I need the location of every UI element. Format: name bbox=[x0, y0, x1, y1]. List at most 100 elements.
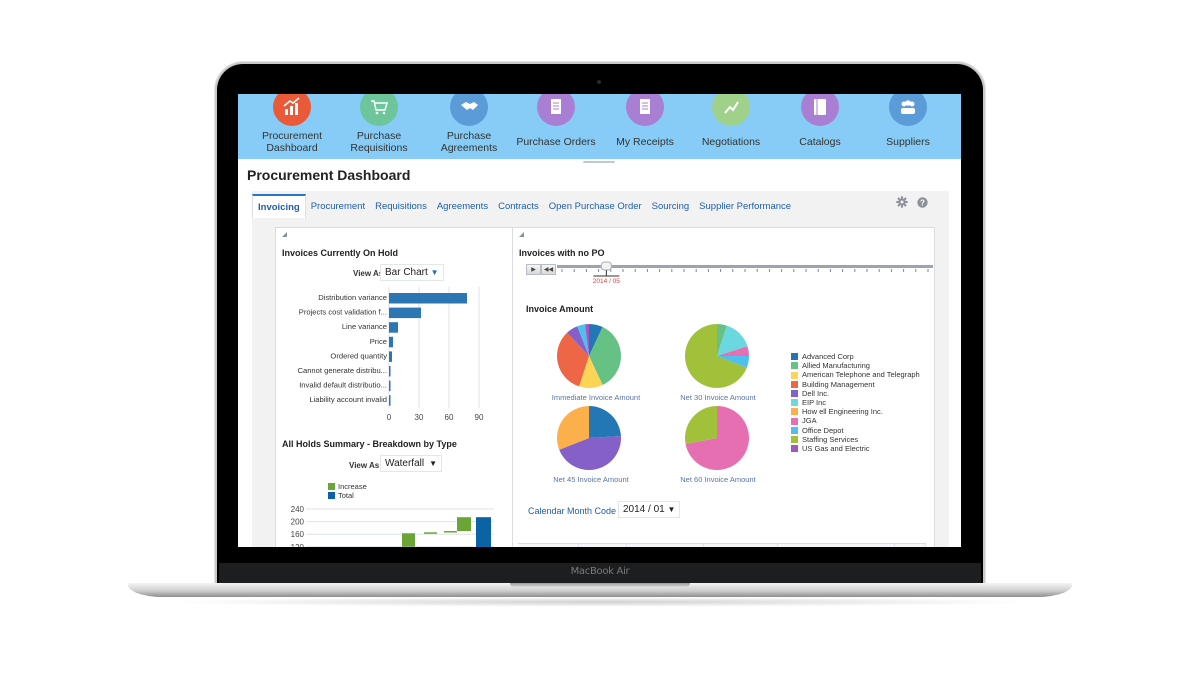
negotiation-icon bbox=[712, 94, 750, 126]
nav-item-purchase-agreements[interactable]: Purchase Agreements bbox=[424, 94, 514, 154]
nav-item-label: Purchase Agreements bbox=[440, 130, 498, 154]
tab-agreements[interactable]: Agreements bbox=[432, 194, 493, 218]
legend-item: Allied Manufacturing bbox=[791, 361, 920, 370]
nav-item-label: Suppliers bbox=[886, 136, 930, 148]
bar bbox=[389, 336, 393, 348]
bar bbox=[389, 395, 391, 406]
laptop-notch bbox=[510, 583, 690, 588]
tab-requisitions[interactable]: Requisitions bbox=[370, 194, 432, 218]
holds-panel: Invoices Currently On Hold View As Bar C… bbox=[275, 227, 513, 547]
nav-collapse-handle[interactable] bbox=[583, 161, 615, 163]
tab-sourcing[interactable]: Sourcing bbox=[647, 194, 695, 218]
bar bbox=[389, 293, 467, 304]
bar bbox=[389, 380, 391, 392]
nav-item-label: Negotiations bbox=[701, 136, 761, 148]
nav-item-procurement-dashboard[interactable]: Procurement Dashboard bbox=[247, 94, 337, 154]
category-label: Price bbox=[370, 337, 387, 346]
y-tick-label: 200 bbox=[291, 518, 305, 527]
pie-legend: Advanced Corp Allied Manufacturing America… bbox=[791, 352, 920, 453]
slider-value-label: 2014 / 05 bbox=[593, 278, 620, 285]
category-label: Cannot generate distribu... bbox=[298, 366, 388, 375]
view-as-label: View As bbox=[353, 269, 384, 278]
help-icon[interactable]: ? bbox=[916, 196, 928, 208]
legend-label: Allied Manufacturing bbox=[802, 361, 870, 371]
category-label: Invalid default distributio... bbox=[299, 381, 387, 390]
waterfall-chart: IncreaseTotal 240 200 160 120 bbox=[291, 482, 494, 547]
y-tick-label: 120 bbox=[291, 543, 305, 547]
legend-label: Dell Inc. bbox=[802, 388, 830, 398]
legend-item: JGA bbox=[791, 416, 920, 425]
legend-swatch bbox=[791, 362, 798, 370]
legend-label: Building Management bbox=[802, 379, 875, 389]
view-as-label-2: View As bbox=[349, 461, 380, 470]
x-tick-label: 30 bbox=[415, 413, 424, 422]
x-tick-label: 90 bbox=[475, 413, 484, 422]
legend-swatch bbox=[791, 445, 798, 453]
nav-item-purchase-orders[interactable]: Purchase Orders bbox=[511, 94, 601, 148]
webcam bbox=[597, 80, 601, 84]
nav-item-my-receipts[interactable]: My Receipts bbox=[600, 94, 690, 148]
rewind-button[interactable]: ◀◀ bbox=[541, 264, 556, 275]
legend-item: American Telephone and Telegraph bbox=[791, 370, 920, 379]
gear-icon[interactable] bbox=[896, 196, 908, 208]
nav-item-negotiations[interactable]: Negotiations bbox=[686, 94, 776, 148]
legend-label: JGA bbox=[802, 416, 817, 426]
legend-swatch bbox=[791, 435, 798, 443]
panel-collapse-toggle-2[interactable] bbox=[519, 232, 524, 237]
legend-swatch bbox=[791, 417, 798, 425]
tab-open-purchase-order[interactable]: Open Purchase Order bbox=[544, 194, 647, 218]
tab-contracts[interactable]: Contracts bbox=[493, 194, 544, 218]
play-button[interactable]: ▶ bbox=[526, 264, 541, 275]
x-tick-label: 60 bbox=[445, 413, 454, 422]
nav-item-suppliers[interactable]: Suppliers bbox=[863, 94, 953, 148]
calendar-month-value: 2014 / 01 bbox=[623, 504, 665, 515]
legend-swatch bbox=[328, 492, 335, 499]
nav-item-label: Procurement Dashboard bbox=[261, 130, 323, 154]
legend-label: How ell Engineering Inc. bbox=[802, 407, 883, 417]
page-title: Procurement Dashboard bbox=[247, 167, 411, 183]
catalog-book-icon bbox=[801, 94, 839, 126]
legend-item: Advanced Corp bbox=[791, 352, 920, 361]
pie-slice bbox=[685, 406, 717, 444]
nav-item-catalogs[interactable]: Catalogs bbox=[775, 94, 865, 148]
y-tick-label: 240 bbox=[291, 505, 305, 514]
time-slider[interactable]: 2014 / 05 bbox=[557, 260, 937, 290]
legend-item: Building Management bbox=[791, 380, 920, 389]
rewind-icon: ◀◀ bbox=[543, 267, 554, 273]
slider-track bbox=[557, 265, 933, 268]
springboard-nav: Procurement Dashboard Purchase Requisitions… bbox=[238, 94, 961, 159]
legend-label: US Gas and Electric bbox=[802, 444, 870, 454]
calendar-month-select[interactable]: 2014 / 01 ▼ bbox=[618, 501, 681, 518]
chevron-down-icon: ▼ bbox=[667, 505, 676, 514]
legend-item: Office Depot bbox=[791, 426, 920, 435]
tab-supplier-performance[interactable]: Supplier Performance bbox=[694, 194, 796, 218]
view-as-value: Bar Chart bbox=[385, 267, 428, 278]
legend-label: Advanced Corp bbox=[802, 352, 854, 361]
nav-item-purchase-requisitions[interactable]: Purchase Requisitions bbox=[334, 94, 424, 154]
document-list-icon bbox=[537, 94, 575, 126]
supplier-group-icon bbox=[889, 94, 927, 126]
panel-collapse-toggle[interactable] bbox=[282, 232, 287, 237]
nav-item-label: My Receipts bbox=[616, 136, 674, 148]
bar bbox=[389, 322, 398, 333]
shopping-cart-icon bbox=[360, 94, 398, 126]
pie-caption: Net 60 Invoice Amount bbox=[680, 475, 756, 484]
tab-procurement[interactable]: Procurement bbox=[306, 194, 370, 218]
legend-swatch bbox=[791, 408, 798, 416]
app-screen: Procurement Dashboard Purchase Requisitions… bbox=[238, 94, 961, 547]
x-tick-label: 0 bbox=[387, 413, 392, 422]
legend-label: Office Depot bbox=[802, 425, 844, 435]
legend-swatch bbox=[791, 426, 798, 434]
nav-item-label: Purchase Orders bbox=[516, 136, 596, 148]
waterfall-bar bbox=[402, 533, 415, 547]
category-label: Line variance bbox=[342, 322, 387, 331]
no-po-title: Invoices with no PO bbox=[519, 248, 605, 258]
legend-label: Total bbox=[338, 491, 354, 500]
tab-invoicing[interactable]: Invoicing bbox=[252, 194, 306, 218]
y-tick-label: 160 bbox=[291, 530, 305, 539]
summary-chart-view-select[interactable]: Waterfall ▼ bbox=[380, 455, 443, 472]
waterfall-bar bbox=[457, 517, 471, 532]
waterfall-bar bbox=[424, 532, 437, 534]
hold-chart-view-select[interactable]: Bar Chart ▼ bbox=[380, 264, 444, 281]
pie-caption: Immediate Invoice Amount bbox=[551, 393, 641, 402]
